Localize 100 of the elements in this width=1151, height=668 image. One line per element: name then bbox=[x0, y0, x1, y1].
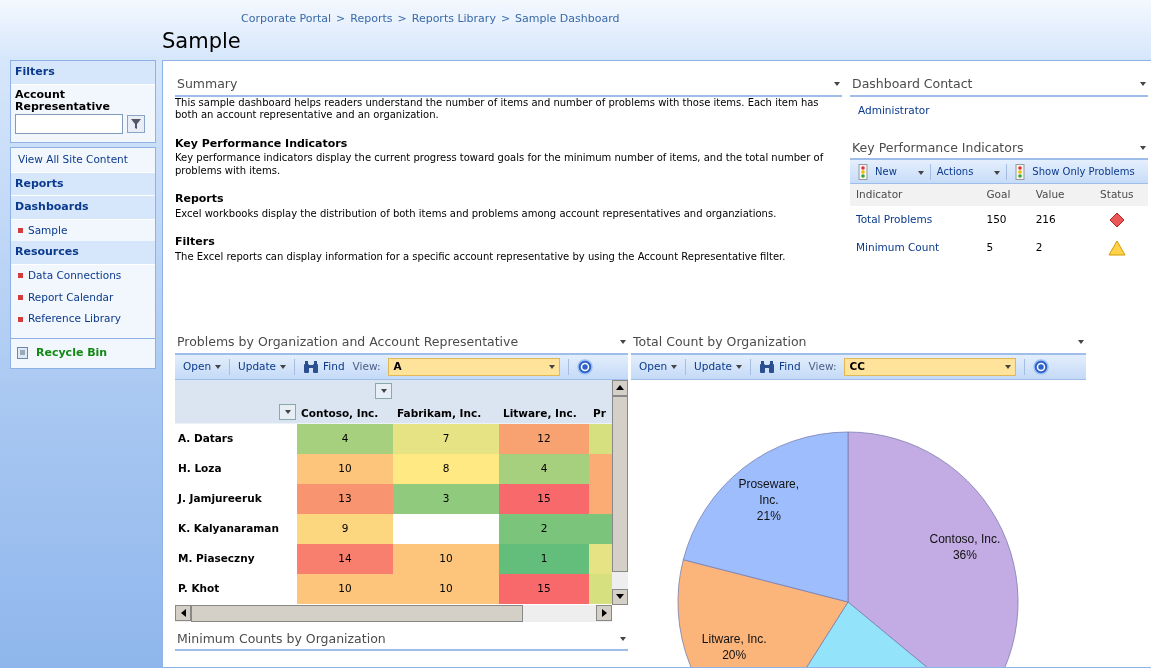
nav-link[interactable]: Report Calendar bbox=[28, 289, 114, 306]
scroll-right-button[interactable] bbox=[596, 604, 612, 621]
scroll-thumb[interactable] bbox=[191, 604, 523, 622]
update-menu[interactable]: Update bbox=[694, 358, 743, 375]
filter-dropdown-button[interactable] bbox=[375, 382, 392, 399]
open-menu[interactable]: Open bbox=[639, 358, 678, 375]
table-cell-text: 2 bbox=[1034, 240, 1044, 256]
binoculars-icon bbox=[759, 359, 776, 374]
actions-menu[interactable]: Actions bbox=[934, 164, 1003, 180]
paragraph: Excel workbooks display the distribution of both items and problems among account representatives and organziations. bbox=[175, 207, 778, 221]
heatmap-cell: 1 bbox=[499, 543, 589, 574]
column-header: Status bbox=[1085, 184, 1148, 206]
column-header: Value bbox=[1029, 184, 1086, 206]
heatmap-cell: 4 bbox=[297, 423, 393, 454]
view-label: View: bbox=[808, 358, 837, 374]
filter-dropdown-button[interactable] bbox=[279, 403, 296, 420]
heatmap-cell: 2 bbox=[499, 513, 589, 544]
nav-heading[interactable]: Resources bbox=[11, 241, 155, 265]
recycle-bin-icon bbox=[17, 347, 28, 360]
column-header: Litware, Inc. bbox=[503, 405, 577, 421]
column-header: Fabrikam, Inc. bbox=[397, 405, 482, 421]
caret-icon bbox=[284, 409, 291, 414]
heatmap-cell: 4 bbox=[499, 453, 589, 484]
heatmap-cell: 10 bbox=[393, 573, 499, 604]
view-dropdown[interactable]: CC bbox=[844, 357, 1017, 376]
bullet-icon bbox=[18, 273, 23, 279]
nav-link[interactable]: Data Connections bbox=[28, 267, 122, 284]
section-heading: Key Performance Indicators bbox=[175, 135, 349, 152]
heatmap-cell: 14 bbox=[297, 543, 393, 574]
warning-triangle-icon bbox=[1107, 240, 1126, 256]
breadcrumb-link[interactable]: Reports Library bbox=[411, 11, 496, 28]
paragraph: This sample dashboard helps readers understand the number of items and number of problems with those items. Each item has both an account representative and an organization. bbox=[175, 96, 820, 122]
indicator-link[interactable]: Minimum Count bbox=[856, 241, 940, 254]
contact-link[interactable]: Administrator bbox=[850, 96, 1148, 125]
table-cell: 150 bbox=[980, 206, 1030, 234]
diamond-icon bbox=[1108, 212, 1125, 228]
web-part-title: Key Performance Indicators bbox=[852, 138, 1024, 157]
caret-icon bbox=[671, 364, 678, 369]
column-header: Pr bbox=[593, 405, 606, 421]
heatmap-cell: 12 bbox=[499, 423, 589, 454]
show-only-problems-button[interactable]: Show Only Problems bbox=[1011, 163, 1137, 180]
horizontal-scrollbar[interactable] bbox=[175, 604, 612, 622]
heatmap-cell: 10 bbox=[297, 573, 393, 604]
data-label: Contoso, Inc. 36% bbox=[929, 531, 1001, 562]
filter-button[interactable] bbox=[127, 114, 145, 133]
breadcrumb-separator: > bbox=[397, 11, 407, 27]
update-menu[interactable]: Update bbox=[238, 358, 287, 375]
panel-heading: Filters bbox=[11, 61, 155, 85]
open-menu[interactable]: Open bbox=[183, 358, 222, 375]
heatmap-cell: 7 bbox=[393, 423, 499, 454]
bullet-icon bbox=[18, 316, 23, 322]
heatmap-cell: 15 bbox=[499, 573, 589, 604]
column-header: Contoso, Inc. bbox=[301, 405, 379, 421]
caret-icon bbox=[1078, 340, 1084, 345]
caret-icon bbox=[994, 171, 1001, 176]
find-button[interactable]: Find bbox=[759, 358, 801, 375]
scroll-left-button[interactable] bbox=[175, 604, 191, 621]
traffic-light-icon bbox=[1013, 163, 1028, 180]
scroll-down-button[interactable] bbox=[612, 588, 628, 605]
heatmap-cell: 9 bbox=[297, 513, 393, 544]
recycle-bin-link[interactable]: Recycle Bin bbox=[36, 345, 108, 362]
funnel-icon bbox=[130, 117, 142, 130]
data-label: Proseware, Inc. 21% bbox=[738, 476, 800, 523]
scroll-thumb[interactable] bbox=[612, 395, 628, 572]
web-part-title: Summary bbox=[177, 75, 238, 93]
caret-icon bbox=[215, 364, 222, 369]
binoculars-icon bbox=[303, 359, 320, 374]
traffic-light-icon bbox=[856, 163, 870, 180]
filter-label: Account Representative bbox=[14, 86, 111, 114]
table-cell: 216 bbox=[1029, 206, 1086, 234]
web-part-title: Problems by Organization and Account Representative bbox=[177, 332, 519, 351]
heatmap-cell: 13 bbox=[297, 483, 393, 514]
breadcrumb-current: Sample Dashboard bbox=[515, 11, 620, 27]
breadcrumb-link[interactable]: Reports bbox=[350, 11, 393, 28]
caret-icon bbox=[834, 82, 840, 87]
column-header: Indicator bbox=[850, 184, 981, 206]
breadcrumb-separator: > bbox=[336, 11, 346, 27]
caret-icon bbox=[549, 364, 556, 369]
indicator-link[interactable]: Total Problems bbox=[856, 213, 933, 226]
nav-heading[interactable]: Dashboards bbox=[11, 196, 155, 220]
paragraph: Key performance indicators display the current progress toward goals for the minimum number of items, and the total number of problems with items. bbox=[175, 152, 825, 178]
view-dropdown[interactable]: A bbox=[388, 357, 561, 376]
nav-link[interactable]: Sample bbox=[28, 222, 68, 239]
nav-heading[interactable]: Reports bbox=[11, 172, 155, 197]
section-heading: Reports bbox=[175, 191, 225, 208]
paragraph: The Excel reports can display information for a specific account representative by using the Account Representative filter. bbox=[175, 250, 787, 264]
vertical-scrollbar[interactable] bbox=[612, 379, 628, 605]
input-field[interactable] bbox=[15, 113, 123, 134]
find-button[interactable]: Find bbox=[303, 358, 345, 375]
web-part-title: Total Count by Organization bbox=[633, 332, 807, 351]
new-menu[interactable]: New bbox=[854, 163, 926, 180]
breadcrumb-link[interactable]: Corporate Portal bbox=[241, 11, 332, 28]
caret-icon bbox=[1140, 82, 1146, 87]
caret-icon bbox=[1005, 364, 1012, 369]
heatmap-cell: 15 bbox=[499, 483, 589, 514]
bullet-icon bbox=[18, 227, 23, 233]
page-title: Sample bbox=[162, 30, 242, 52]
help-icon bbox=[577, 358, 594, 375]
nav-link[interactable]: Reference Library bbox=[28, 311, 121, 328]
heatmap-cell: 3 bbox=[393, 483, 499, 514]
